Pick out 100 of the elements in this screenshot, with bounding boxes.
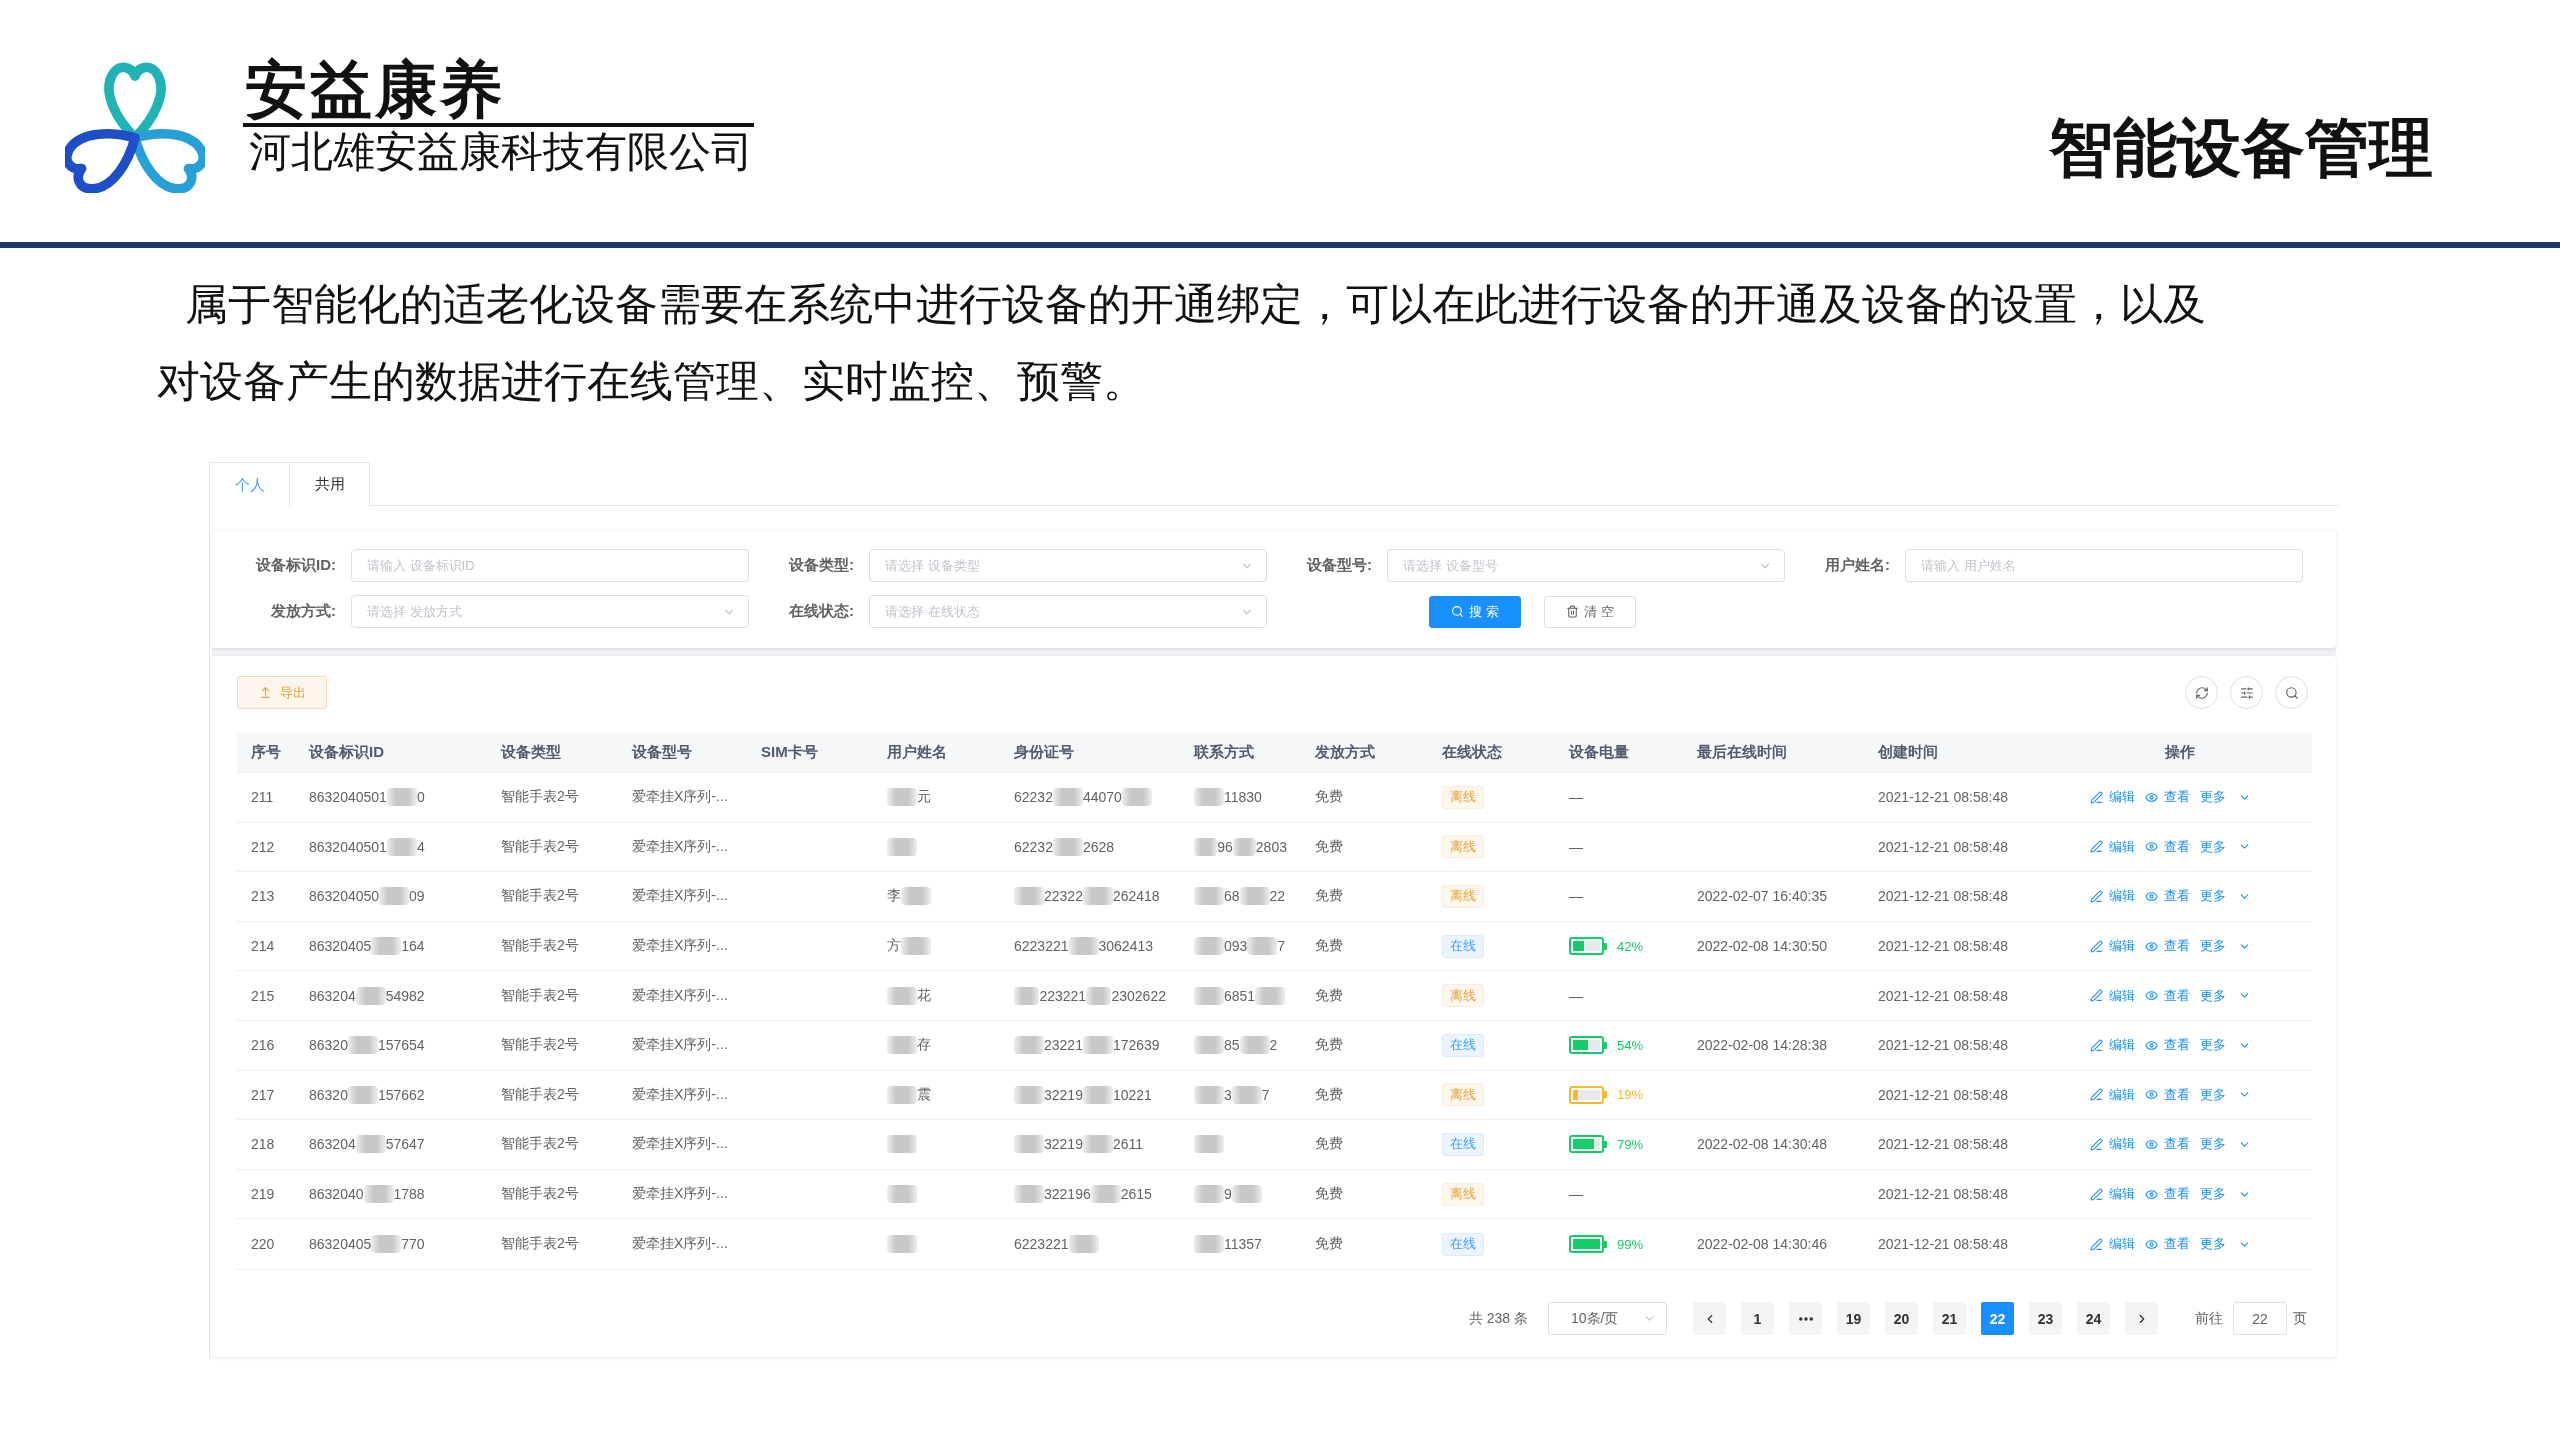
- column-header: 设备类型: [501, 743, 561, 762]
- cell-text: 32219: [1044, 1086, 1083, 1103]
- view-link[interactable]: 查看: [2145, 1135, 2190, 1154]
- more-link[interactable]: 更多: [2200, 937, 2251, 956]
- status-tag: 在线: [1442, 1033, 1484, 1057]
- edit-link[interactable]: 编辑: [2090, 937, 2135, 956]
- clear-button[interactable]: 清 空: [1544, 595, 1636, 628]
- more-link[interactable]: 更多: [2200, 1135, 2251, 1154]
- status-tag: 离线: [1442, 1083, 1484, 1107]
- page-button[interactable]: 24: [2077, 1302, 2110, 1336]
- next-page-button[interactable]: [2125, 1302, 2158, 1336]
- column-header: 创建时间: [1878, 743, 1938, 762]
- more-link[interactable]: 更多: [2200, 986, 2251, 1005]
- view-link[interactable]: 查看: [2145, 1235, 2190, 1254]
- table-cell-text: 免费: [1314, 1234, 1344, 1254]
- more-link[interactable]: 更多: [2200, 788, 2251, 807]
- tab[interactable]: 个人: [209, 462, 290, 507]
- status-tag: 离线: [1442, 885, 1484, 908]
- table-cell-text: 2021-12-21 08:58:48: [1877, 837, 2009, 857]
- more-link[interactable]: 更多: [2200, 1036, 2251, 1055]
- view-link[interactable]: 查看: [2145, 986, 2190, 1005]
- export-button[interactable]: 导出: [237, 676, 327, 709]
- refresh-button[interactable]: [2185, 676, 2218, 709]
- blurred-redaction: [1194, 937, 1224, 956]
- more-link[interactable]: 更多: [2200, 1185, 2251, 1204]
- goto-label: 前往: [2195, 1309, 2223, 1328]
- edit-link[interactable]: 编辑: [2090, 837, 2135, 856]
- view-link[interactable]: 查看: [2145, 837, 2190, 856]
- page-input[interactable]: 22: [2233, 1302, 2287, 1336]
- table-cell-text: 218: [250, 1135, 276, 1155]
- blurred-redaction: [1082, 1085, 1113, 1104]
- edit-link[interactable]: 编辑: [2090, 887, 2135, 906]
- pen-icon: [2090, 840, 2103, 854]
- page-button[interactable]: 23: [2029, 1302, 2062, 1336]
- edit-link[interactable]: 编辑: [2090, 986, 2135, 1005]
- view-link[interactable]: 查看: [2145, 788, 2190, 807]
- table-cell-text: 2021-12-21 08:58:48: [1877, 788, 2009, 808]
- search-button[interactable]: 搜 索: [1429, 595, 1521, 628]
- input-field[interactable]: 请输入 用户姓名: [1905, 549, 2303, 582]
- more-pages-button[interactable]: [1789, 1302, 1822, 1336]
- view-link[interactable]: 查看: [2145, 937, 2190, 956]
- status-tag: 离线: [1442, 835, 1484, 859]
- view-link[interactable]: 查看: [2145, 1036, 2190, 1055]
- table-cell-text: 211: [250, 788, 275, 808]
- view-link[interactable]: 查看: [2145, 1085, 2190, 1104]
- blurred-redaction: [887, 1085, 917, 1104]
- more-link[interactable]: 更多: [2200, 1085, 2251, 1104]
- blurred-redaction: [363, 1185, 394, 1204]
- table-cell-text: 智能手表2号: [500, 886, 580, 906]
- column-settings-button[interactable]: [2230, 676, 2263, 709]
- table-cell-text: 智能手表2号: [500, 985, 580, 1005]
- select-field[interactable]: 请选择 发放方式: [351, 595, 749, 628]
- cell-text: 3: [1224, 1086, 1232, 1103]
- view-link[interactable]: 查看: [2145, 887, 2190, 906]
- tab[interactable]: 共用: [289, 462, 370, 506]
- page-size-select[interactable]: 10条/页: [1548, 1302, 1667, 1336]
- select-field[interactable]: 请选择 设备类型: [869, 549, 1267, 582]
- more-link[interactable]: 更多: [2200, 837, 2251, 856]
- edit-link[interactable]: 编辑: [2090, 788, 2135, 807]
- blurred-redaction: [901, 937, 931, 956]
- column-header: 设备型号: [632, 743, 692, 762]
- cell-text: 7: [1277, 938, 1286, 955]
- edit-link[interactable]: 编辑: [2090, 1185, 2135, 1204]
- blurred-redaction: [1194, 887, 1224, 906]
- input-field[interactable]: 请输入 设备标识ID: [351, 549, 749, 582]
- page-button[interactable]: 19: [1837, 1302, 1870, 1336]
- company-name: 河北雄安益康科技有限公司: [249, 127, 753, 177]
- prev-page-button[interactable]: [1693, 1302, 1726, 1336]
- page-button[interactable]: 20: [1885, 1302, 1918, 1336]
- select-field[interactable]: 请选择 设备型号: [1387, 549, 1785, 582]
- page-button[interactable]: 1: [1741, 1302, 1774, 1336]
- more-link[interactable]: 更多: [2200, 1235, 2251, 1254]
- page-button[interactable]: 22: [1981, 1302, 2014, 1336]
- blurred-redaction: [347, 1085, 378, 1104]
- table-cell-text: 爱牵挂X序列-...: [631, 1234, 729, 1254]
- more-link[interactable]: 更多: [2200, 887, 2251, 906]
- page-button[interactable]: 21: [1933, 1302, 1966, 1336]
- cell-text: 8632040: [309, 1186, 364, 1203]
- pen-icon: [2090, 1137, 2103, 1151]
- table-cell-text: 2021-12-21 08:58:48: [1877, 1185, 2009, 1205]
- column-header: SIM卡号: [761, 743, 818, 762]
- table-cell-text: 2022-02-07 16:40:35: [1696, 887, 1828, 907]
- cell-text: 2: [1269, 1037, 1278, 1054]
- cell-text: 23221: [1044, 1037, 1083, 1054]
- field-label: 用户姓名:: [1825, 556, 1890, 575]
- edit-link[interactable]: 编辑: [2090, 1036, 2135, 1055]
- table-cell-text: 爱牵挂X序列-...: [631, 1035, 729, 1055]
- table-cell-text: 216: [250, 1036, 276, 1056]
- edit-link[interactable]: 编辑: [2090, 1135, 2135, 1154]
- search-toggle-button[interactable]: [2275, 676, 2308, 709]
- select-field[interactable]: 请选择 在线状态: [869, 595, 1267, 628]
- edit-link[interactable]: 编辑: [2090, 1235, 2135, 1254]
- edit-link[interactable]: 编辑: [2090, 1085, 2135, 1104]
- table-cell-text: 智能手表2号: [500, 836, 580, 856]
- column-header: 发放方式: [1315, 743, 1375, 762]
- table-cell-text: 爱牵挂X序列-...: [631, 886, 729, 906]
- blurred-redaction: [1247, 937, 1278, 956]
- table-cell-text: 爱牵挂X序列-...: [631, 836, 729, 856]
- cell-text: 86320405: [309, 938, 372, 955]
- view-link[interactable]: 查看: [2145, 1185, 2190, 1204]
